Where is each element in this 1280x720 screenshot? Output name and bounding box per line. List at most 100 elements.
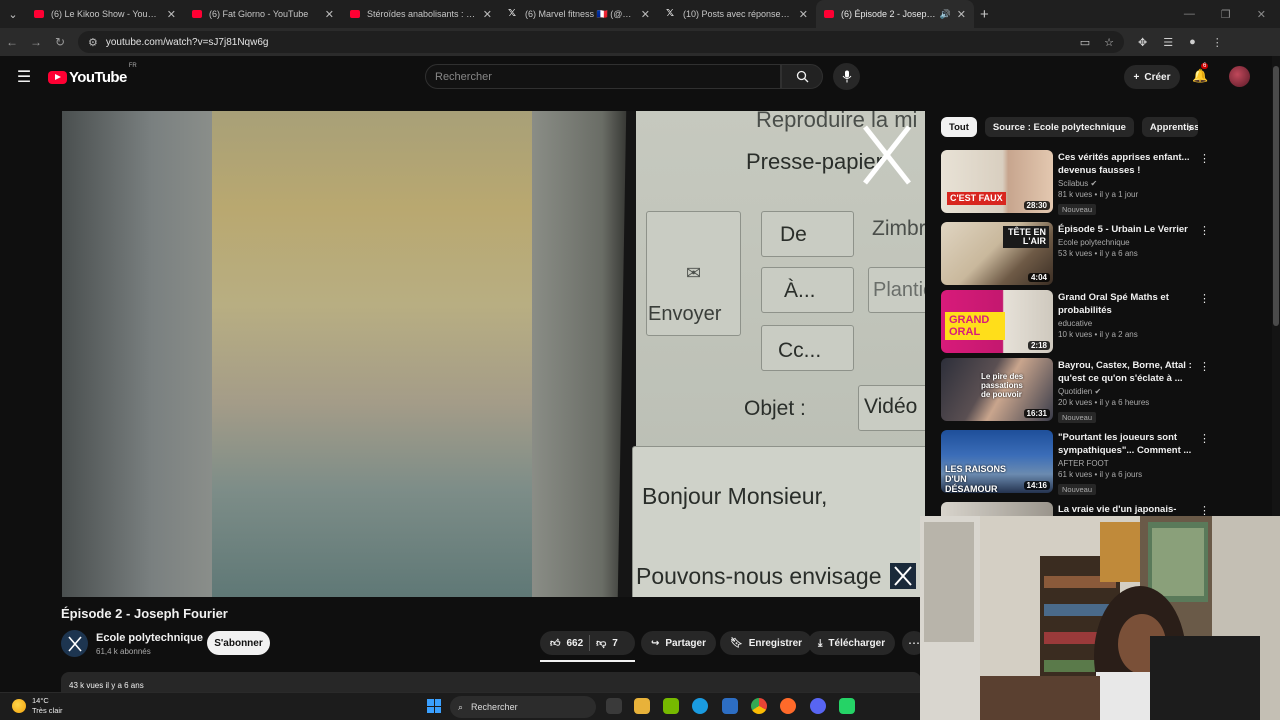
save-button[interactable]: 🔖︎ Enregistrer	[720, 631, 813, 655]
new-tab-icon[interactable]: +	[980, 6, 989, 23]
menu-icon[interactable]: ☰	[0, 67, 48, 87]
channel-name[interactable]: Ecole polytechnique	[96, 632, 203, 644]
browser-menu-icon[interactable]: ⋮	[1212, 36, 1223, 49]
recommendation-title[interactable]: Grand Oral Spé Maths et probabilités	[1058, 291, 1198, 317]
recommendation-channel[interactable]: Quotidien	[1058, 387, 1092, 396]
video-thumbnail[interactable]: Le pire des passations de pouvoir 16:31	[941, 358, 1053, 421]
discord-icon[interactable]	[810, 698, 826, 714]
subscribe-button[interactable]: S'abonner	[207, 631, 270, 655]
nvidia-icon[interactable]	[663, 698, 679, 714]
browser-tab[interactable]: Stéroïdes anabolisants : enquête ✕	[342, 0, 500, 28]
channel-watermark-icon[interactable]	[890, 563, 916, 589]
chrome-icon[interactable]	[751, 698, 767, 714]
reload-icon[interactable]: ↻	[48, 35, 72, 49]
more-vertical-icon[interactable]: ⋮	[1199, 292, 1210, 305]
video-thumbnail[interactable]: C'EST FAUX 28:30	[941, 150, 1053, 213]
video-title: Épisode 2 - Joseph Fourier	[61, 606, 228, 621]
account-avatar[interactable]	[1229, 66, 1250, 87]
store-icon[interactable]	[722, 698, 738, 714]
recommendation-channel[interactable]: Ecole polytechnique	[1058, 238, 1198, 247]
cast-icon[interactable]: ▭	[1080, 36, 1090, 49]
youtube-logo[interactable]: YouTube FR	[48, 63, 137, 86]
recommendation-title[interactable]: Ces vérités apprises enfant... devenus f…	[1058, 151, 1198, 177]
recommendation-item[interactable]: C'EST FAUX 28:30 Ces vérités apprises en…	[941, 150, 1211, 215]
close-icon[interactable]: ✕	[641, 8, 650, 21]
browser-tab[interactable]: (6) Le Kikoo Show - YouTube ✕	[26, 0, 184, 28]
close-icon[interactable]: ✕	[957, 8, 966, 21]
tab-title: (6) Marvel fitness 🇫🇷 (@Marvel_	[525, 8, 635, 19]
site-info-icon[interactable]: ⚙	[88, 36, 98, 49]
search-input[interactable]: Rechercher	[425, 64, 781, 89]
dislike-button[interactable]: 👎︎ 7	[596, 637, 618, 650]
speaker-icon[interactable]: 🔊	[940, 9, 951, 20]
more-vertical-icon[interactable]: ⋮	[1199, 504, 1210, 516]
recommendation-title[interactable]: La vraie vie d'un japonais-	[1058, 503, 1198, 516]
recommendation-channel[interactable]: educative	[1058, 319, 1198, 328]
channel-avatar[interactable]	[61, 630, 88, 657]
browser-tab[interactable]: 𝕏 (10) Posts avec réponses de Ch ✕	[658, 0, 816, 28]
recommendation-title[interactable]: "Pourtant les joueurs sont sympathiques"…	[1058, 431, 1198, 457]
create-label: Créer	[1144, 71, 1171, 83]
notifications-button[interactable]: 🔔 6	[1192, 63, 1209, 84]
recommendation-item[interactable]: La vraie vie d'un japonais- ⋮	[941, 502, 1211, 516]
tab-search-icon[interactable]: ⌄	[0, 0, 26, 28]
more-vertical-icon[interactable]: ⋮	[1199, 360, 1210, 373]
close-icon[interactable]: ✕	[799, 8, 808, 21]
divider	[589, 635, 591, 651]
maximize-icon[interactable]: ❐	[1221, 8, 1231, 21]
voice-search-button[interactable]	[833, 63, 860, 90]
tab-title: (6) Épisode 2 - Joseph Fourier	[841, 9, 936, 19]
recommendation-channel[interactable]: AFTER FOOT	[1058, 459, 1198, 468]
recommendation-item[interactable]: GRAND ORAL 2:18 Grand Oral Spé Maths et …	[941, 290, 1211, 354]
firefox-icon[interactable]	[780, 698, 796, 714]
recommendation-title[interactable]: Épisode 5 - Urbain Le Verrier	[1058, 223, 1198, 236]
back-icon[interactable]: ←	[0, 35, 24, 49]
app-icon[interactable]	[839, 698, 855, 714]
video-thumbnail[interactable]: TÊTE EN L'AIR 4:04	[941, 222, 1053, 285]
scrollbar-thumb[interactable]	[1273, 66, 1279, 326]
forward-icon[interactable]: →	[24, 35, 48, 49]
close-icon[interactable]: ✕	[483, 8, 492, 21]
close-icon[interactable]: ✕	[325, 8, 334, 21]
chevron-right-icon[interactable]: ›	[1188, 121, 1192, 135]
video-thumbnail[interactable]: GRAND ORAL 2:18	[941, 290, 1053, 353]
share-button[interactable]: ↪ Partager	[641, 631, 716, 655]
like-button[interactable]: 👍︎ 662	[550, 637, 583, 650]
weather-widget[interactable]: 14°C Très clair	[12, 696, 63, 716]
reading-list-icon[interactable]: ☰	[1163, 36, 1173, 49]
recommendation-title[interactable]: Bayrou, Castex, Borne, Attal : qu'est ce…	[1058, 359, 1198, 385]
task-view-icon[interactable]	[606, 698, 622, 714]
edge-icon[interactable]	[692, 698, 708, 714]
browser-tab[interactable]: (6) Fat Giorno - YouTube ✕	[184, 0, 342, 28]
recommendation-item[interactable]: TÊTE EN L'AIR 4:04 Épisode 5 - Urbain Le…	[941, 222, 1211, 286]
extensions-icon[interactable]: ✥	[1138, 36, 1147, 49]
plus-icon: +	[1133, 71, 1140, 83]
description-box[interactable]: 43 k vues il y a 6 ans	[61, 672, 921, 692]
download-button[interactable]: ⤓ Télécharger	[808, 631, 896, 655]
video-thumbnail[interactable]	[941, 502, 1053, 516]
video-thumbnail[interactable]: LES RAISONS D'UN DÉSAMOUR 14:16	[941, 430, 1053, 493]
create-button[interactable]: + Créer	[1124, 65, 1180, 89]
taskbar-search[interactable]: ⌕ Rechercher	[450, 696, 596, 718]
recommendation-item[interactable]: LES RAISONS D'UN DÉSAMOUR 14:16 "Pourtan…	[941, 430, 1211, 495]
close-icon[interactable]: ✕	[167, 8, 176, 21]
search-button[interactable]	[781, 64, 823, 89]
close-window-icon[interactable]: ✕	[1257, 8, 1266, 21]
minimize-icon[interactable]: —	[1184, 8, 1195, 20]
browser-tab-active[interactable]: (6) Épisode 2 - Joseph Fourier 🔊 ✕	[816, 0, 974, 28]
file-explorer-icon[interactable]	[634, 698, 650, 714]
recommendation-channel[interactable]: Scilabus	[1058, 179, 1088, 188]
chip-source[interactable]: Source : Ecole polytechnique	[984, 117, 1134, 137]
tab-title: (6) Fat Giorno - YouTube	[209, 9, 309, 19]
bookmark-star-icon[interactable]: ☆	[1104, 36, 1114, 49]
profile-icon[interactable]: ●	[1189, 36, 1196, 49]
more-vertical-icon[interactable]: ⋮	[1199, 432, 1210, 445]
chip-all[interactable]: Tout	[941, 117, 977, 137]
more-vertical-icon[interactable]: ⋮	[1199, 224, 1210, 237]
windows-start-icon[interactable]	[427, 699, 441, 713]
url-field[interactable]: ⚙ youtube.com/watch?v=sJ7j81Nqw6g ▭ ☆	[78, 31, 1124, 53]
browser-tab[interactable]: 𝕏 (6) Marvel fitness 🇫🇷 (@Marvel_ ✕	[500, 0, 658, 28]
recommendation-item[interactable]: Le pire des passations de pouvoir 16:31 …	[941, 358, 1211, 423]
more-vertical-icon[interactable]: ⋮	[1199, 152, 1210, 165]
video-player[interactable]: Reproduire la mi Presse-papier ✉ Envoyer…	[62, 111, 925, 597]
